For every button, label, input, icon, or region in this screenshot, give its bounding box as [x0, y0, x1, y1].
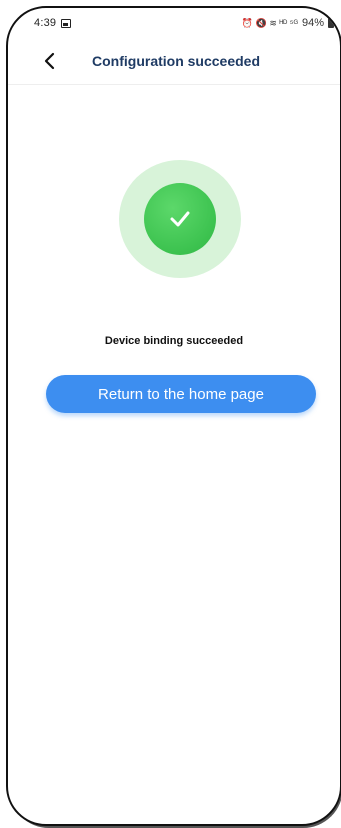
page-title: Configuration succeeded: [92, 53, 261, 69]
battery-percentage: 94%: [301, 17, 324, 29]
gallery-notification-icon: [61, 18, 72, 28]
status-bar: 4:39 ⏰ 🔇 ≋ ᴴᴰ ⁵ᴳ 94%: [8, 8, 340, 38]
phone-frame: 4:39 ⏰ 🔇 ≋ ᴴᴰ ⁵ᴳ 94% Configuration succe…: [6, 6, 341, 826]
return-home-button[interactable]: Return to the home page: [46, 375, 316, 413]
binding-success-message: Device binding succeeded: [104, 335, 244, 347]
status-time: 4:39: [34, 17, 57, 29]
checkmark-icon: [170, 211, 190, 227]
status-left: 4:39: [34, 17, 72, 29]
app-header: Configuration succeeded: [8, 38, 340, 85]
back-button[interactable]: [40, 51, 60, 71]
battery-icon: [328, 18, 334, 28]
chevron-left-icon: [44, 52, 55, 70]
status-icons: ⏰ 🔇 ≋ ᴴᴰ ⁵ᴳ: [241, 17, 298, 28]
status-right: ⏰ 🔇 ≋ ᴴᴰ ⁵ᴳ 94%: [242, 17, 334, 29]
check-circle-icon: [144, 183, 216, 255]
